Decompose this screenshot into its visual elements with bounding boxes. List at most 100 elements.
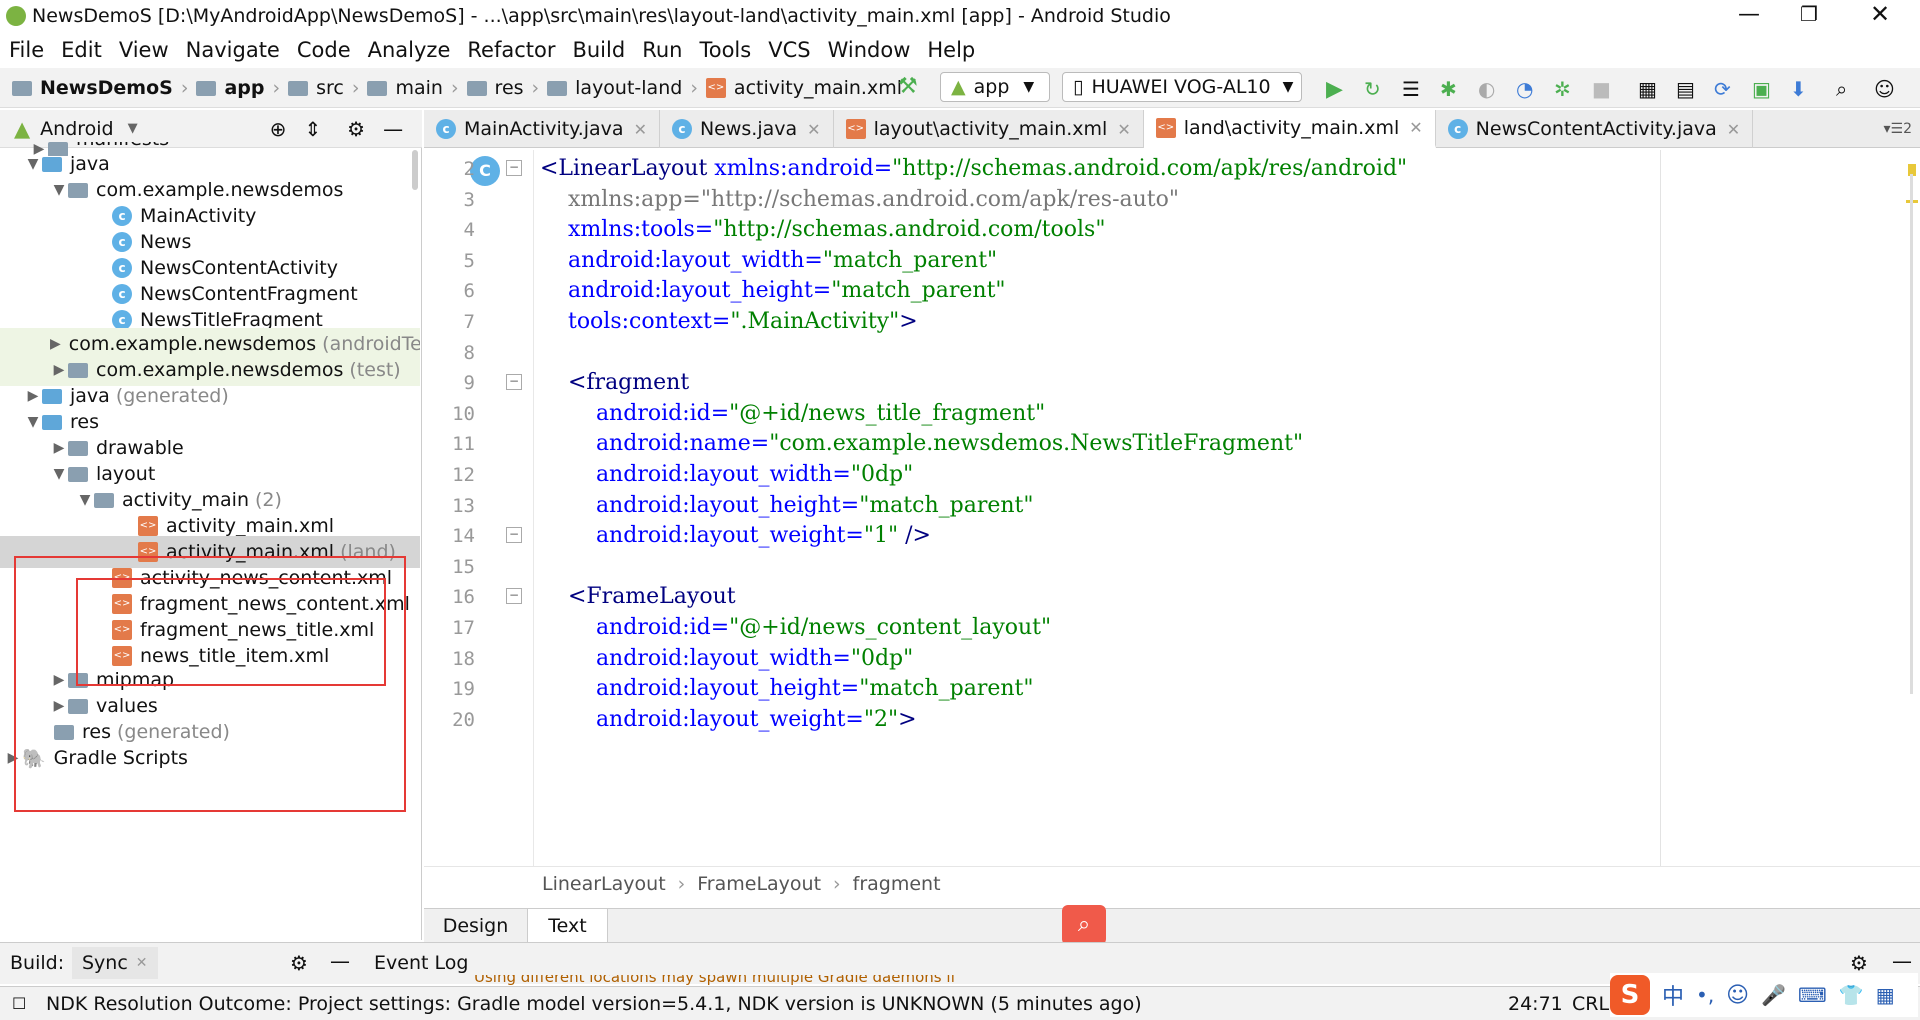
hide-icon[interactable]: — [330, 949, 350, 973]
make-project-icon[interactable]: ⚒ [898, 74, 918, 99]
line-separator[interactable]: CRLF [1572, 993, 1612, 1015]
minimize-button[interactable]: — [1738, 2, 1760, 27]
code-line[interactable]: android:layout_width="0dp" [540, 462, 913, 487]
code-line[interactable]: <LinearLayout xmlns:android="http://sche… [540, 156, 1407, 181]
menu-code[interactable]: Code [297, 38, 351, 62]
project-structure-icon[interactable]: ▦ [1638, 77, 1660, 101]
event-log-title[interactable]: Event Log [374, 952, 468, 974]
close-tab-icon[interactable]: ✕ [1117, 120, 1130, 139]
chevron-down-icon[interactable]: ▼ [24, 156, 42, 172]
panel-scrollbar[interactable] [412, 150, 418, 190]
code-line[interactable]: android:layout_height="match_parent" [540, 676, 1034, 701]
tab-design[interactable]: Design [424, 909, 528, 942]
hide-icon[interactable]: — [1892, 949, 1912, 973]
avd-manager-icon[interactable]: ▣ [1752, 77, 1774, 101]
menu-analyze[interactable]: Analyze [368, 38, 451, 62]
menu-vcs[interactable]: VCS [768, 38, 810, 62]
locate-icon[interactable]: ⊕ [270, 117, 287, 141]
close-tab-icon[interactable]: ✕ [136, 955, 148, 971]
menu-help[interactable]: Help [927, 38, 975, 62]
profile-icon[interactable]: ◔ [1516, 77, 1538, 101]
chevron-down-icon[interactable]: ▼ [24, 414, 42, 430]
tab-overflow[interactable]: ▾☰ 2 [1884, 110, 1920, 147]
crumb-layout-land[interactable]: layout-land [575, 77, 682, 99]
code-line[interactable]: tools:context=".MainActivity"> [540, 309, 918, 334]
code-editor[interactable]: <LinearLayout xmlns:android="http://sche… [534, 150, 1894, 866]
tab-land-activity-main[interactable]: <> land\activity_main.xml ✕ [1143, 110, 1436, 148]
close-button[interactable]: ✕ [1870, 0, 1890, 28]
chevron-down-icon[interactable]: ▼ [50, 466, 68, 482]
breadcrumb-linearlayout[interactable]: LinearLayout [542, 873, 666, 895]
chevron-right-icon[interactable]: ▶ [24, 388, 42, 404]
maximize-button[interactable]: ❐ [1800, 2, 1818, 26]
gear-icon[interactable]: ⚙ [1850, 951, 1868, 975]
fold-icon[interactable]: − [506, 588, 522, 605]
apply-changes-icon[interactable]: ↻ [1364, 77, 1386, 101]
tab-newscontentactivity[interactable]: c NewsContentActivity.java ✕ [1436, 110, 1754, 148]
device-select[interactable]: ▯ HUAWEI VOG-AL10 ▼ [1062, 72, 1302, 102]
close-tab-icon[interactable]: ✕ [807, 120, 820, 139]
fold-icon[interactable]: − [506, 160, 522, 176]
close-tab-icon[interactable]: ✕ [1409, 118, 1422, 137]
chevron-right-icon[interactable]: ▶ [50, 336, 61, 352]
run-icon[interactable]: ▶ [1326, 77, 1348, 102]
crumb-project[interactable]: NewsDemoS [40, 77, 173, 99]
chevron-down-icon[interactable]: ▼ [128, 121, 138, 136]
crumb-res[interactable]: res [495, 77, 524, 99]
toolbox-icon[interactable]: ▦ [1876, 983, 1895, 1007]
code-line[interactable]: android:layout_weight="1" /> [540, 523, 931, 548]
code-line[interactable]: android:id="@+id/news_content_layout" [540, 615, 1051, 640]
crumb-file[interactable]: activity_main.xml [734, 77, 902, 99]
code-line[interactable]: android:layout_height="match_parent" [540, 278, 1006, 303]
menu-edit[interactable]: Edit [61, 38, 102, 62]
code-line[interactable]: android:layout_width="0dp" [540, 646, 913, 671]
menu-window[interactable]: Window [828, 38, 911, 62]
sync-gradle-icon[interactable]: ⟳ [1714, 77, 1736, 101]
build-label[interactable]: Build: [10, 952, 64, 974]
gear-icon[interactable]: ⚙ [290, 951, 308, 975]
fold-icon[interactable]: − [506, 374, 522, 391]
code-line[interactable]: <fragment [540, 370, 689, 395]
gear-icon[interactable]: ⚙ [347, 117, 365, 141]
menu-file[interactable]: File [9, 38, 44, 62]
sync-tab[interactable]: Sync ✕ [72, 947, 158, 979]
crumb-main[interactable]: main [395, 77, 442, 99]
ime-language-toggle[interactable]: 中 [1662, 979, 1684, 1011]
fold-icon[interactable]: − [506, 527, 522, 544]
layout-inspector-icon[interactable]: ▤ [1676, 77, 1698, 101]
user-icon[interactable]: ☺ [1874, 77, 1896, 101]
code-line[interactable]: android:layout_weight="2"> [540, 707, 917, 732]
collapse-icon[interactable]: ⇕ [304, 117, 321, 141]
code-line[interactable]: android:id="@+id/news_title_fragment" [540, 401, 1045, 426]
menu-tools[interactable]: Tools [699, 38, 751, 62]
tab-layout-activity-main[interactable]: <> layout\activity_main.xml ✕ [834, 110, 1144, 148]
caret-position[interactable]: 24:71 [1508, 993, 1563, 1015]
project-view-select[interactable]: Android [40, 118, 113, 140]
breadcrumb-fragment[interactable]: fragment [853, 873, 941, 895]
crumb-module[interactable]: app [224, 77, 264, 99]
chevron-down-icon[interactable]: ▼ [50, 182, 68, 198]
close-tab-icon[interactable]: ✕ [1727, 120, 1740, 139]
crumb-src[interactable]: src [316, 77, 344, 99]
code-line[interactable]: xmlns:tools="http://schemas.android.com/… [540, 217, 1106, 242]
run-config-select[interactable]: ▲ app ▼ [940, 72, 1050, 102]
tab-text[interactable]: Text [528, 909, 608, 942]
menu-view[interactable]: View [119, 38, 169, 62]
skin-icon[interactable]: 👕 [1839, 983, 1864, 1007]
menu-navigate[interactable]: Navigate [186, 38, 280, 62]
status-message[interactable]: NDK Resolution Outcome: Project settings… [46, 993, 1142, 1015]
code-line[interactable]: android:layout_height="match_parent" [540, 493, 1034, 518]
menu-build[interactable]: Build [572, 38, 625, 62]
keyboard-icon[interactable]: ⌨ [1798, 983, 1827, 1007]
code-line[interactable]: android:name="com.example.newsdemos.News… [540, 431, 1303, 456]
microphone-icon[interactable]: 🎤 [1761, 983, 1786, 1007]
code-line[interactable]: android:layout_width="match_parent" [540, 248, 997, 273]
logcat-icon[interactable]: ☰ [1402, 77, 1424, 101]
chevron-down-icon[interactable]: ▼ [76, 492, 94, 508]
breadcrumb-framelayout[interactable]: FrameLayout [697, 873, 821, 895]
code-line[interactable]: xmlns:app="http://schemas.android.com/ap… [540, 187, 1179, 212]
tab-mainactivity[interactable]: c MainActivity.java ✕ [424, 110, 660, 148]
code-line[interactable]: <FrameLayout [540, 584, 736, 609]
sdk-manager-icon[interactable]: ⬇ [1790, 77, 1812, 101]
emoji-icon[interactable]: ☺ [1726, 983, 1749, 1008]
